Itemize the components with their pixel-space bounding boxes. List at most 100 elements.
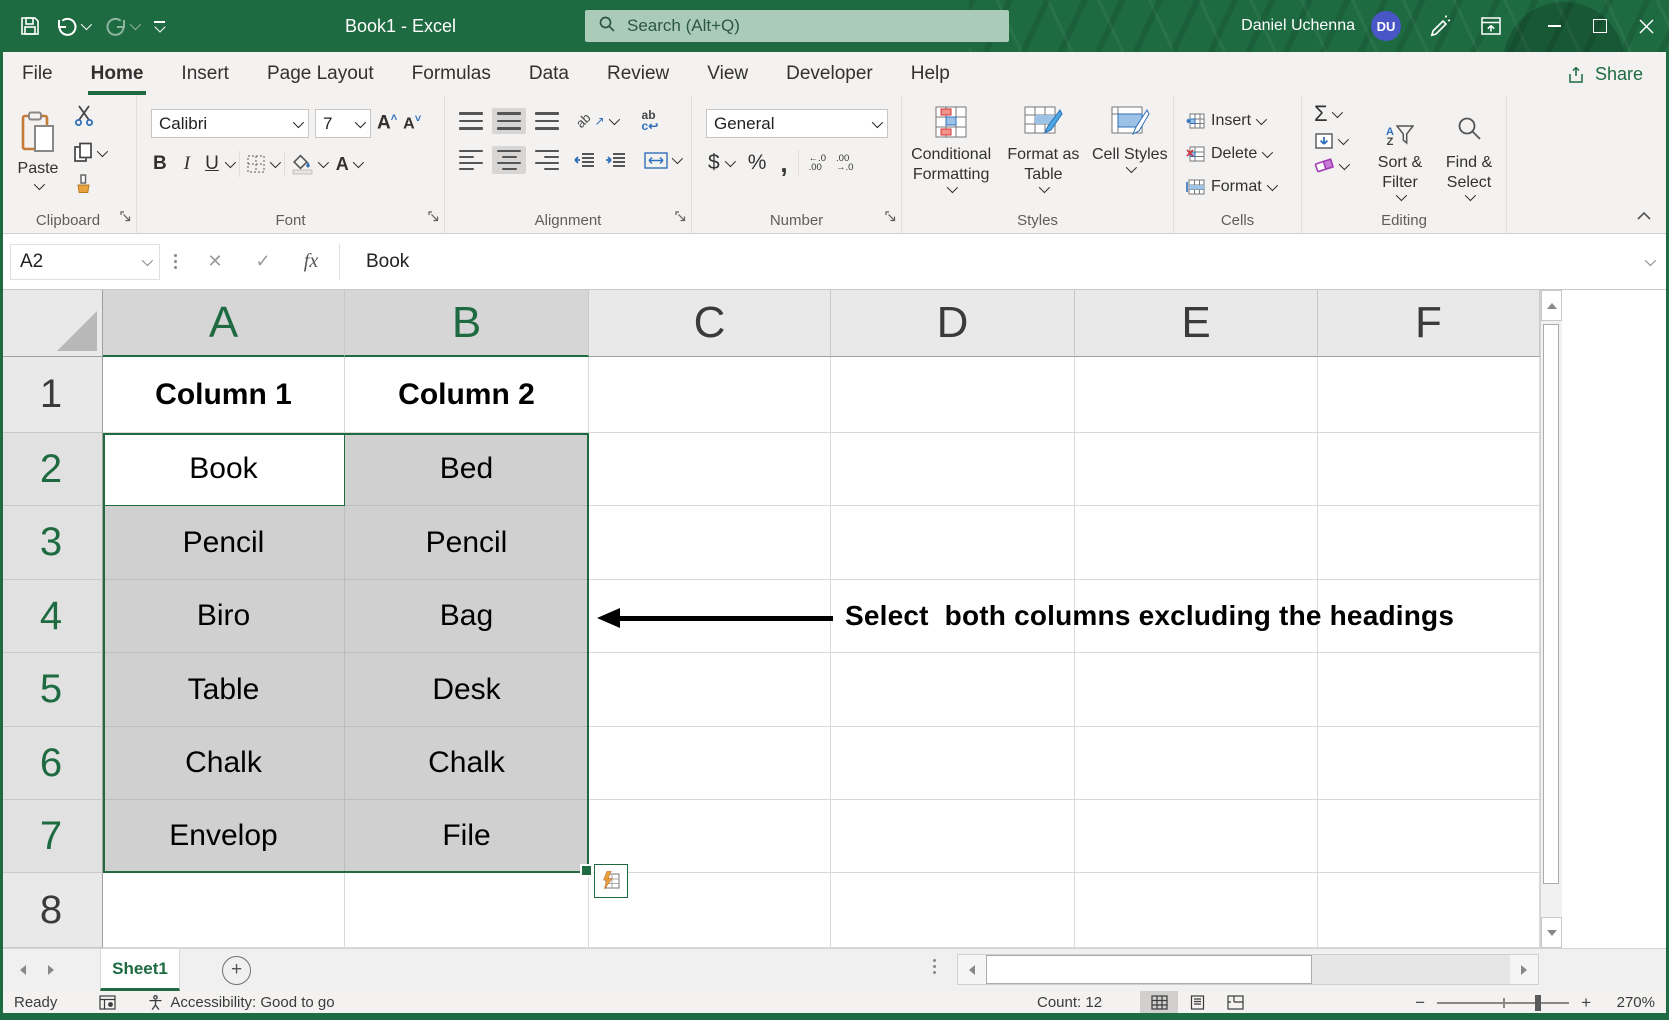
font-dialog-launcher-icon[interactable] <box>428 209 439 227</box>
sort-filter-button[interactable]: AZ Sort & Filter <box>1366 99 1434 201</box>
fill-color-dropdown-icon[interactable] <box>318 157 329 168</box>
cell-B4[interactable]: Bag <box>345 580 589 653</box>
increase-decimal-button[interactable]: ←.0 .00 <box>809 154 826 173</box>
tab-help[interactable]: Help <box>911 52 950 95</box>
collapse-ribbon-icon[interactable] <box>1637 207 1651 225</box>
cell-A4[interactable]: Biro <box>103 580 345 653</box>
font-size-select[interactable]: 7 <box>315 109 371 138</box>
percent-style-button[interactable]: % <box>748 151 767 175</box>
cell-B1[interactable]: Column 2 <box>345 357 589 433</box>
cell-A6[interactable]: Chalk <box>103 727 345 800</box>
cell-E1[interactable] <box>1075 357 1318 433</box>
expand-formula-bar-icon[interactable] <box>1645 254 1656 265</box>
cell-C1[interactable] <box>589 357 831 433</box>
cell-F5[interactable] <box>1318 653 1540 727</box>
cell-C2[interactable] <box>589 433 831 506</box>
column-header-A[interactable]: A <box>103 290 345 357</box>
customize-quick-access-icon[interactable] <box>154 21 165 31</box>
format-cells-button[interactable]: Format <box>1186 173 1301 200</box>
cell-F8[interactable] <box>1318 873 1540 948</box>
cell-D7[interactable] <box>831 800 1075 873</box>
autosum-button[interactable]: Σ <box>1314 103 1347 125</box>
page-break-preview-button[interactable] <box>1216 991 1254 1014</box>
macro-record-icon[interactable] <box>99 995 116 1010</box>
scroll-right-icon[interactable] <box>1510 955 1538 984</box>
row-header-5[interactable]: 5 <box>0 653 103 727</box>
orientation-dropdown-icon[interactable] <box>608 114 619 125</box>
copy-dropdown-icon[interactable] <box>97 145 108 156</box>
cell-B2[interactable]: Bed <box>345 433 589 506</box>
row-header-6[interactable]: 6 <box>0 727 103 800</box>
search-box[interactable] <box>585 10 1009 42</box>
cell-E7[interactable] <box>1075 800 1318 873</box>
align-center-button[interactable] <box>492 146 526 175</box>
share-button[interactable]: Share <box>1569 59 1643 89</box>
cell-A1[interactable]: Column 1 <box>103 357 345 433</box>
formula-bar-grip-icon[interactable] <box>174 254 177 269</box>
zoom-slider[interactable] <box>1437 1002 1569 1004</box>
name-box[interactable]: A2 <box>10 244 160 280</box>
tab-formulas[interactable]: Formulas <box>412 52 491 95</box>
delete-dropdown-icon[interactable] <box>1262 146 1273 157</box>
cell-E8[interactable] <box>1075 873 1318 948</box>
font-family-select[interactable]: Calibri <box>151 109 309 138</box>
insert-cells-button[interactable]: Insert <box>1186 107 1301 134</box>
feedback-pen-icon[interactable] <box>1429 15 1451 37</box>
merge-center-button[interactable] <box>644 152 680 169</box>
cell-B7[interactable]: File <box>345 800 589 873</box>
cell-A3[interactable]: Pencil <box>103 506 345 580</box>
cell-B8[interactable] <box>345 873 589 948</box>
increase-indent-button[interactable] <box>605 152 627 168</box>
select-all-corner[interactable] <box>0 290 103 357</box>
cell-F2[interactable] <box>1318 433 1540 506</box>
tab-view[interactable]: View <box>707 52 748 95</box>
redo-dropdown-icon[interactable] <box>130 19 141 30</box>
underline-dropdown-icon[interactable] <box>225 157 236 168</box>
cell-D1[interactable] <box>831 357 1075 433</box>
decrease-font-size-button[interactable]: A˅ <box>403 113 421 133</box>
redo-button[interactable] <box>105 17 138 36</box>
sheet-tab-sheet1[interactable]: Sheet1 <box>100 949 180 991</box>
horizontal-scrollbar-track[interactable] <box>1312 955 1510 984</box>
merge-center-dropdown-icon[interactable] <box>672 153 683 164</box>
search-input[interactable] <box>625 15 995 37</box>
cell-A8[interactable] <box>103 873 345 948</box>
cell-D5[interactable] <box>831 653 1075 727</box>
column-header-C[interactable]: C <box>589 290 831 357</box>
tab-review[interactable]: Review <box>607 52 669 95</box>
normal-view-button[interactable] <box>1140 991 1178 1014</box>
cell-A2[interactable]: Book <box>103 433 345 506</box>
cell-D2[interactable] <box>831 433 1075 506</box>
zoom-slider-thumb[interactable] <box>1535 995 1541 1011</box>
number-format-select[interactable]: General <box>706 109 888 138</box>
user-name[interactable]: Daniel Uchenna <box>1241 17 1355 35</box>
row-header-7[interactable]: 7 <box>0 800 103 873</box>
undo-button[interactable] <box>56 17 89 36</box>
enter-entry-button[interactable]: ✓ <box>239 251 287 272</box>
cell-E5[interactable] <box>1075 653 1318 727</box>
wrap-text-button[interactable]: abc↩ <box>642 110 659 132</box>
bottom-align-button[interactable] <box>535 112 559 130</box>
name-box-dropdown-icon[interactable] <box>142 254 153 265</box>
zoom-out-button[interactable]: − <box>1415 993 1425 1013</box>
delete-cells-button[interactable]: Delete <box>1186 140 1301 167</box>
accessibility-status[interactable]: Accessibility: Good to go <box>148 994 334 1011</box>
formula-input[interactable]: Book <box>366 251 409 273</box>
clear-button[interactable] <box>1314 157 1347 174</box>
vertical-scrollbar-thumb[interactable] <box>1543 324 1559 884</box>
increase-font-size-button[interactable]: A˄ <box>377 112 397 134</box>
cell-A7[interactable]: Envelop <box>103 800 345 873</box>
tab-bar-grip-icon[interactable] <box>933 959 936 974</box>
cell-C7[interactable] <box>589 800 831 873</box>
middle-align-button[interactable] <box>492 108 526 134</box>
row-header-4[interactable]: 4 <box>0 580 103 653</box>
row-header-2[interactable]: 2 <box>0 433 103 506</box>
ribbon-display-options-icon[interactable] <box>1481 17 1501 35</box>
column-header-F[interactable]: F <box>1318 290 1540 357</box>
horizontal-scrollbar-thumb[interactable] <box>986 955 1312 984</box>
cell-F3[interactable] <box>1318 506 1540 580</box>
vertical-scrollbar[interactable] <box>1540 290 1562 948</box>
quick-analysis-button[interactable] <box>594 864 628 898</box>
autosum-dropdown-icon[interactable] <box>1331 107 1342 118</box>
bold-button[interactable]: B <box>153 153 167 175</box>
